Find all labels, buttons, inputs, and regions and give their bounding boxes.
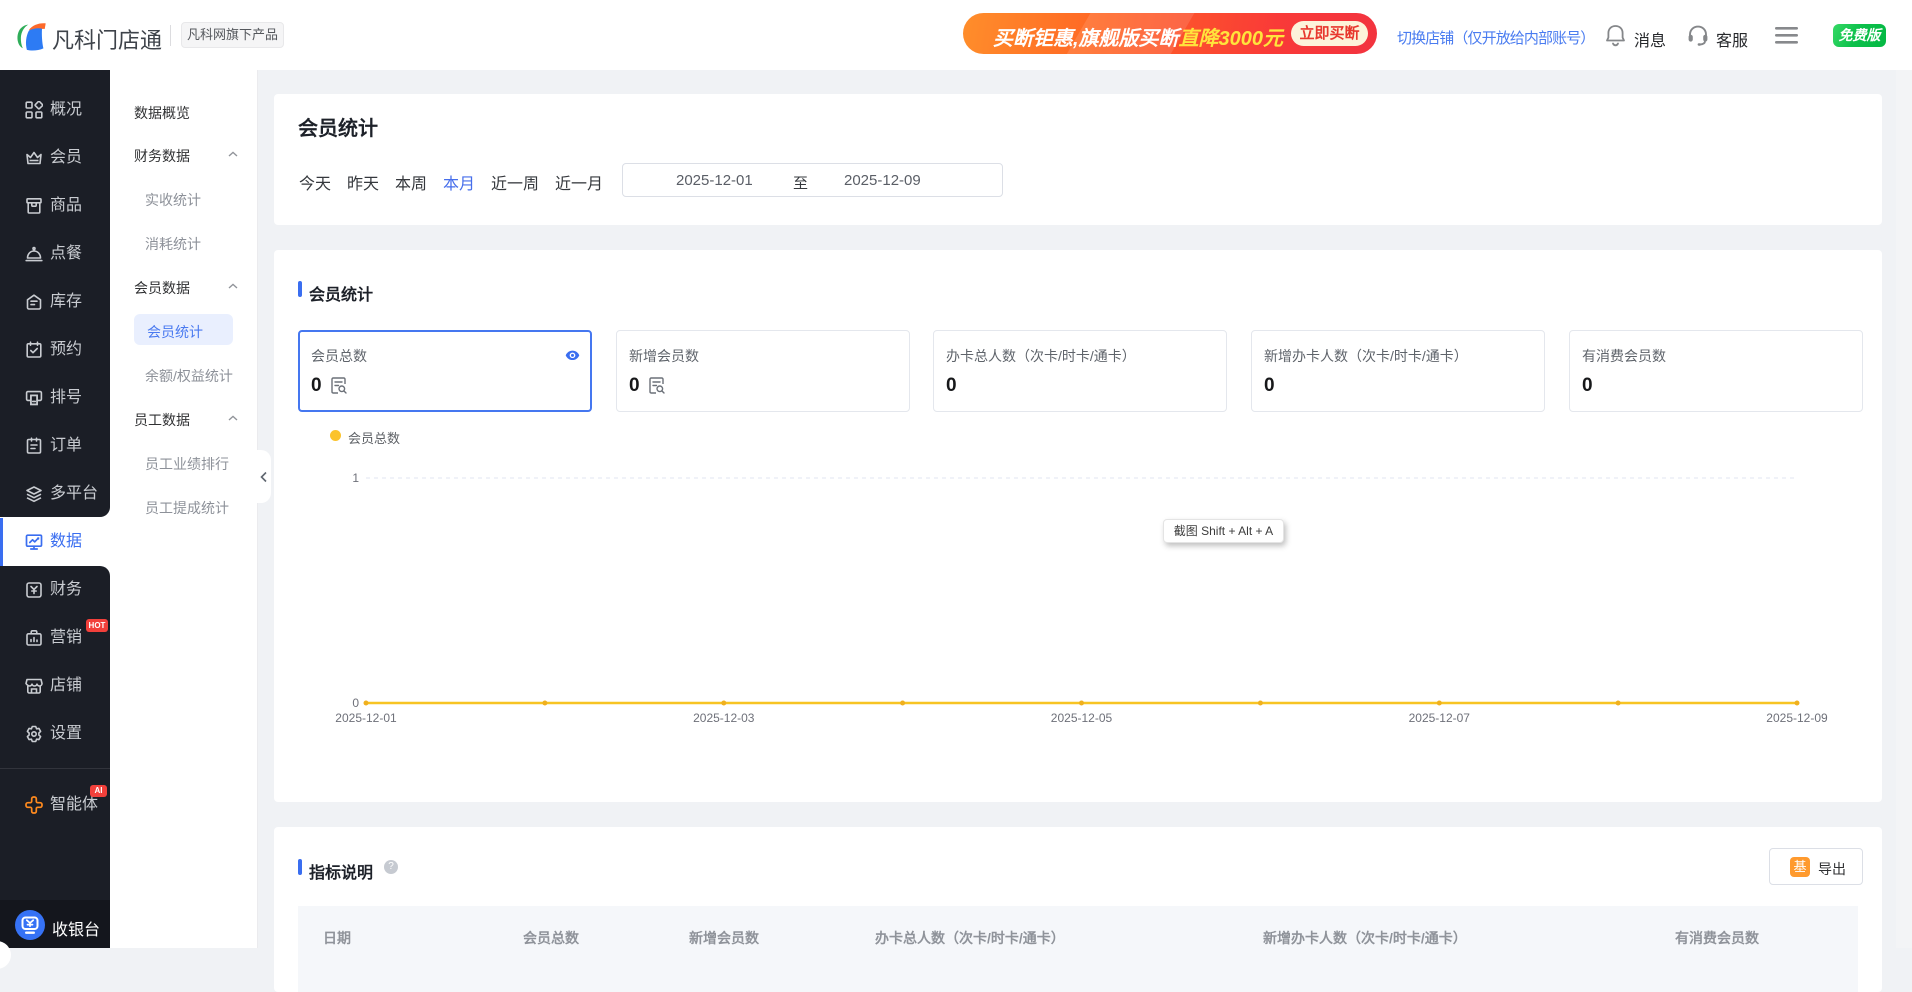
svg-text:2025-12-01: 2025-12-01 (335, 711, 397, 725)
svg-text:2025-12-03: 2025-12-03 (693, 711, 755, 725)
svg-text:0: 0 (352, 696, 359, 710)
svg-text:2025-12-09: 2025-12-09 (1766, 711, 1828, 725)
svg-text:2025-12-05: 2025-12-05 (1051, 711, 1113, 725)
svg-text:2025-12-07: 2025-12-07 (1409, 711, 1471, 725)
svg-text:1: 1 (352, 471, 359, 485)
